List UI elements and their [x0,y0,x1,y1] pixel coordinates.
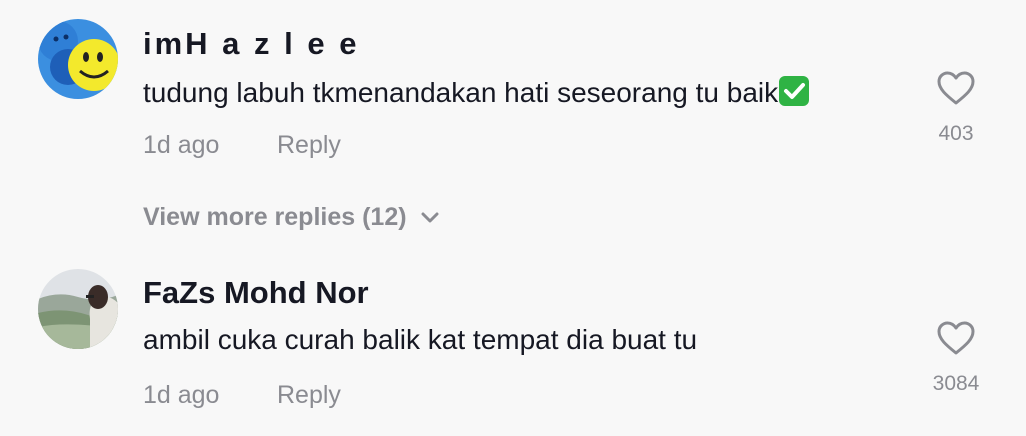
comment-text-content: tudung labuh tkmenandakan hati seseorang… [143,77,779,108]
avatar[interactable] [38,19,118,99]
heart-outline-icon[interactable] [936,320,976,356]
check-mark-emoji-icon [779,76,810,106]
comment-username[interactable]: imH a z l e e [143,28,359,59]
reply-button[interactable]: Reply [277,383,341,408]
comment-text: tudung labuh tkmenandakan hati seseorang… [143,76,810,108]
like-count: 403 [938,122,974,145]
comment-timestamp: 1d ago [143,381,220,409]
view-more-replies-button[interactable]: View more replies (12) [143,205,439,230]
heart-outline-icon[interactable] [936,70,976,106]
comment-username[interactable]: FaZs Mohd Nor [143,277,369,308]
comment-timestamp: 1d ago [143,131,220,159]
reply-button[interactable]: Reply [277,133,341,158]
like-count: 3084 [932,372,980,395]
comment-text: ambil cuka curah balik kat tempat dia bu… [143,324,698,355]
view-more-replies-label: View more replies (12) [143,203,407,231]
chevron-down-icon [421,212,439,222]
avatar[interactable] [38,269,118,349]
